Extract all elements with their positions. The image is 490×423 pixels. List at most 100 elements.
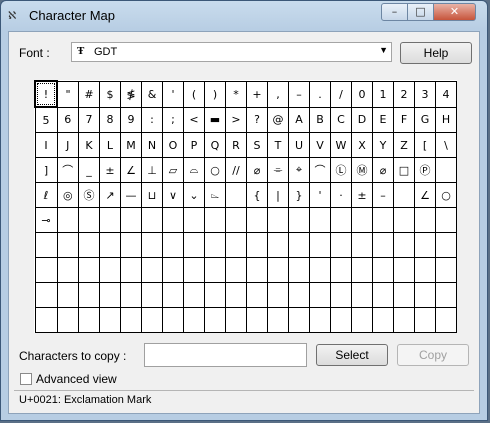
character-cell[interactable]: ⌒ [309,157,331,183]
character-cell[interactable] [393,207,415,233]
character-cell[interactable]: ± [99,157,121,183]
character-cell[interactable]: ◎ [56,182,79,208]
character-cell[interactable] [141,232,163,258]
character-cell[interactable] [204,282,226,308]
character-cell[interactable]: X [351,132,373,158]
character-cell[interactable]: ] [34,157,58,183]
character-cell[interactable] [183,282,205,308]
character-cell[interactable]: H [435,106,457,133]
character-cell[interactable]: < [183,106,205,133]
character-cell[interactable] [56,207,79,233]
character-cell[interactable] [414,207,436,233]
character-cell[interactable] [414,307,436,333]
character-cell[interactable] [56,282,79,308]
character-cell[interactable] [435,307,457,333]
character-cell[interactable]: @ [267,106,289,133]
character-cell[interactable]: ⊔ [141,182,163,208]
character-cell[interactable] [162,232,184,258]
character-cell[interactable] [162,257,184,283]
character-cell[interactable] [162,207,184,233]
character-cell[interactable] [435,207,457,233]
character-cell[interactable]: ∠ [120,157,142,183]
character-cell[interactable] [393,307,415,333]
character-cell[interactable]: ⌄ [183,182,205,208]
character-cell[interactable]: A [288,106,310,133]
character-cell[interactable] [351,207,373,233]
character-cell[interactable]: J [56,132,79,158]
character-cell[interactable] [309,207,331,233]
character-cell[interactable]: I [34,132,58,158]
character-cell[interactable]: / [330,80,352,108]
character-cell[interactable]: ⌓ [183,157,205,183]
character-cell[interactable]: ± [351,182,373,208]
character-cell[interactable] [372,307,394,333]
character-cell[interactable] [288,307,310,333]
character-cell[interactable] [351,282,373,308]
character-cell[interactable]: Ⓛ [330,157,352,183]
character-cell[interactable] [246,307,268,333]
character-cell[interactable]: W [330,132,352,158]
character-cell[interactable] [393,282,415,308]
character-cell[interactable] [120,307,142,333]
character-cell[interactable] [288,232,310,258]
character-cell[interactable] [183,232,205,258]
characters-to-copy-input[interactable] [144,343,307,367]
character-cell[interactable]: 4 [435,80,457,108]
character-cell[interactable]: 1 [372,80,394,108]
character-cell[interactable] [204,307,226,333]
close-button[interactable]: ✕ [433,3,476,21]
font-dropdown[interactable]: Ŧ GDT ▼ [71,42,392,62]
character-cell[interactable]: | [267,182,289,208]
character-cell[interactable] [309,282,331,308]
character-cell[interactable] [246,257,268,283]
character-cell[interactable]: 5 [34,106,58,133]
character-cell[interactable] [162,282,184,308]
character-cell[interactable] [225,182,247,208]
character-cell[interactable] [267,257,289,283]
character-cell[interactable]: ⌀ [372,157,394,183]
character-cell[interactable] [267,307,289,333]
character-cell[interactable]: ≸ [120,80,142,108]
character-cell[interactable] [372,282,394,308]
character-cell[interactable] [351,307,373,333]
character-cell[interactable]: $ [99,80,121,108]
character-cell[interactable]: – [288,80,310,108]
select-button[interactable]: Select [316,344,388,366]
character-cell[interactable]: ○ [435,182,457,208]
character-cell[interactable]: \ [435,132,457,158]
character-cell[interactable] [267,282,289,308]
character-cell[interactable] [435,232,457,258]
character-cell[interactable]: Y [372,132,394,158]
character-cell[interactable] [225,282,247,308]
character-cell[interactable]: 7 [78,106,100,133]
character-cell[interactable] [78,232,100,258]
character-cell[interactable]: Ⓜ [351,157,373,183]
character-cell[interactable] [330,232,352,258]
character-cell[interactable]: ⌖ [288,157,310,183]
character-cell[interactable]: — [120,182,142,208]
character-cell[interactable] [330,257,352,283]
character-cell[interactable]: 8 [99,106,121,133]
character-cell[interactable] [141,282,163,308]
character-cell[interactable] [393,182,415,208]
character-cell[interactable]: . [309,80,331,108]
character-cell[interactable] [225,207,247,233]
character-cell[interactable]: B [309,106,331,133]
character-cell[interactable] [204,207,226,233]
character-cell[interactable] [393,257,415,283]
character-cell[interactable] [288,257,310,283]
character-cell[interactable]: □ [393,157,415,183]
character-cell[interactable] [288,207,310,233]
character-cell[interactable]: Q [204,132,226,158]
character-cell[interactable]: & [141,80,163,108]
character-cell[interactable] [120,257,142,283]
character-cell[interactable] [141,307,163,333]
character-cell[interactable]: _ [78,157,100,183]
character-cell[interactable]: U [288,132,310,158]
character-cell[interactable]: ⌯ [267,157,289,183]
character-cell[interactable] [34,257,58,283]
character-cell[interactable] [225,232,247,258]
character-cell[interactable]: [ [414,132,436,158]
character-cell[interactable]: 6 [56,106,79,133]
character-cell[interactable] [435,257,457,283]
